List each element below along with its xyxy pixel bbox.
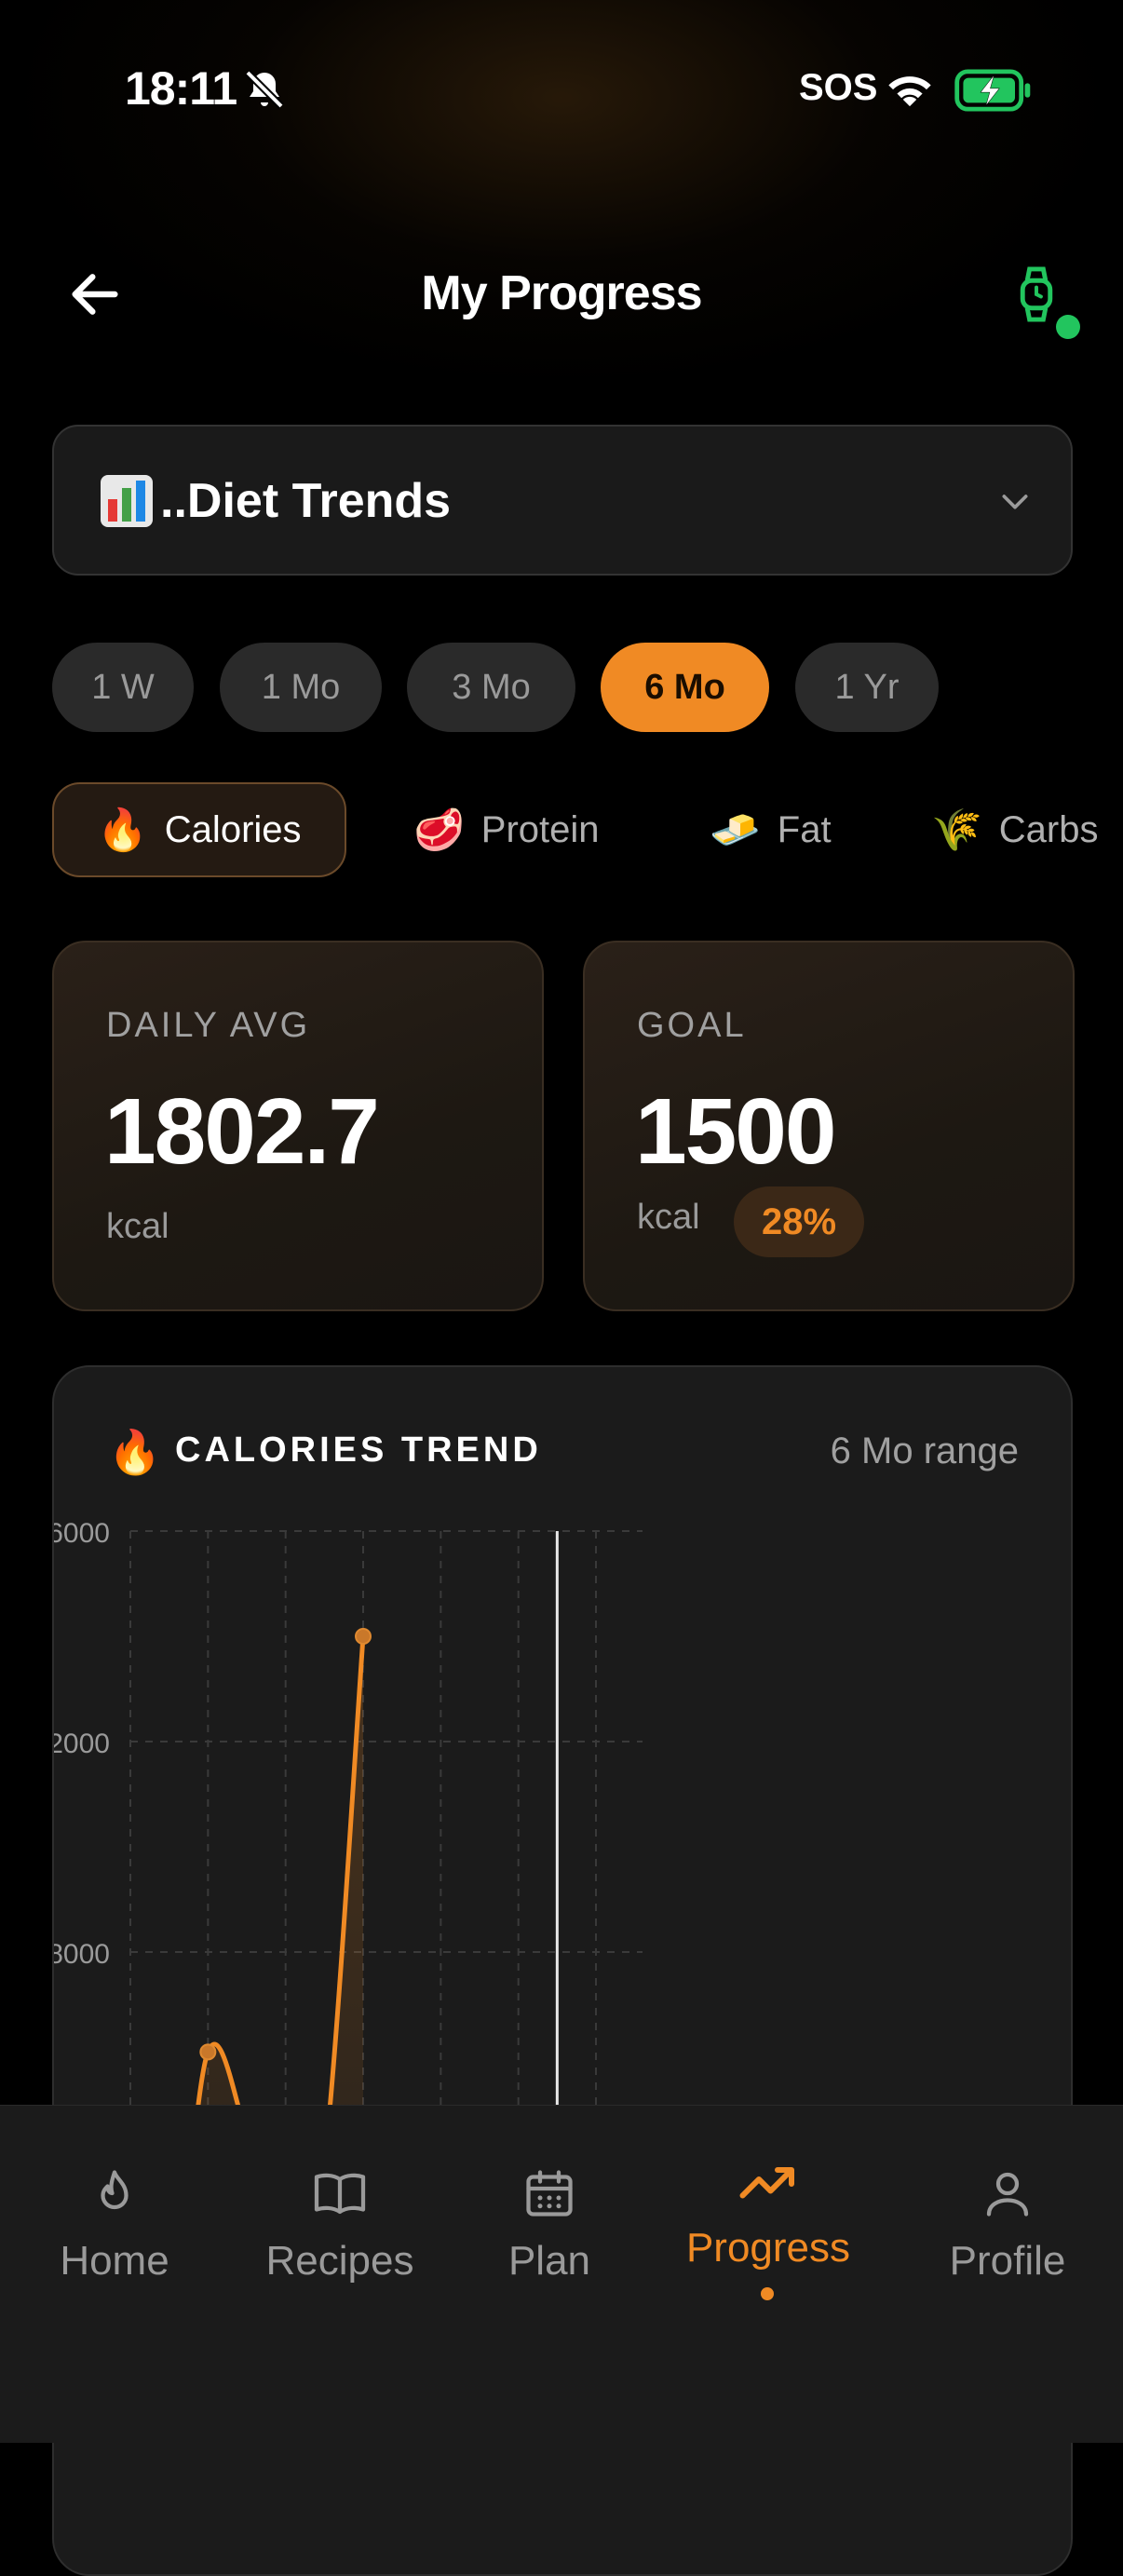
daily-avg-card: DAILY AVG 1802.7 kcal: [52, 941, 544, 1311]
nav-progress[interactable]: Progress: [666, 2156, 871, 2271]
daily-avg-label: DAILY AVG: [106, 1006, 311, 1045]
nav-home[interactable]: Home: [12, 2165, 217, 2285]
metric-tab-label: Calories: [164, 808, 302, 850]
metric-tab-label: Protein: [480, 808, 600, 850]
goal-label: GOAL: [637, 1006, 747, 1045]
nav-profile[interactable]: Profile: [905, 2165, 1110, 2285]
range-pill-1w[interactable]: 1 W: [52, 643, 194, 732]
butter-icon: 🧈: [710, 807, 761, 853]
data-point: [199, 2043, 217, 2061]
calendar-icon: [526, 2170, 573, 2217]
goal-card: GOAL 1500 kcal 28%: [583, 941, 1075, 1311]
sos-indicator: SOS: [799, 67, 878, 108]
metric-tab-label: Carbs: [998, 808, 1099, 850]
meat-icon: 🥩: [413, 807, 465, 853]
active-nav-indicator: [761, 2287, 774, 2300]
metric-tab-carbs[interactable]: 🌾 Carbs: [931, 782, 1123, 877]
connection-status-dot: [1056, 315, 1080, 339]
battery-charging-icon: [954, 69, 1031, 112]
rice-icon: 🌾: [931, 807, 982, 853]
goal-percent-badge: 28%: [734, 1186, 864, 1257]
nav-label: Plan: [507, 2238, 591, 2284]
metric-tab-calories[interactable]: 🔥 Calories: [52, 782, 346, 877]
y-tick-label: 16000: [54, 1518, 110, 1549]
nav-label: Progress: [685, 2225, 851, 2271]
nav-label: Home: [60, 2238, 169, 2284]
header-background: [0, 0, 1123, 391]
bottom-navigation: Home Recipes Plan Progress Profile: [0, 2105, 1123, 2443]
chevron-down-icon: [1002, 495, 1028, 509]
page-title: My Progress: [421, 266, 702, 320]
nav-plan[interactable]: Plan: [447, 2165, 652, 2285]
nav-label: Profile: [949, 2238, 1066, 2284]
y-tick-label: 12000: [54, 1729, 110, 1759]
bar-chart-icon: [101, 475, 153, 527]
user-icon: [986, 2172, 1029, 2217]
nav-recipes[interactable]: Recipes: [237, 2165, 442, 2285]
data-point: [355, 1628, 372, 1645]
bell-muted-icon: [245, 70, 284, 109]
daily-avg-value: 1802.7: [104, 1079, 380, 1184]
book-icon: [314, 2173, 366, 2215]
status-time: 18:11: [125, 62, 237, 115]
metric-tab-label: Fat: [777, 808, 832, 850]
daily-avg-unit: kcal: [106, 1207, 169, 1246]
range-pill-3mo[interactable]: 3 Mo: [407, 643, 575, 732]
range-pill-1mo[interactable]: 1 Mo: [220, 643, 382, 732]
view-selector-label: ..Diet Trends: [160, 474, 452, 528]
metric-tab-fat[interactable]: 🧈 Fat: [710, 782, 877, 877]
range-pill-6mo[interactable]: 6 Mo: [601, 643, 769, 732]
metric-tab-protein[interactable]: 🥩 Protein: [413, 782, 637, 877]
watch-icon[interactable]: [1013, 264, 1060, 324]
metric-tab-carbs-clip: 🌾 Carbs: [931, 782, 1123, 877]
goal-value: 1500: [635, 1079, 836, 1184]
goal-unit: kcal: [637, 1198, 700, 1237]
nav-label: Recipes: [265, 2238, 414, 2284]
flame-icon: [101, 2170, 129, 2210]
wifi-icon: [888, 76, 931, 107]
view-selector-dropdown[interactable]: ..Diet Trends: [52, 425, 1073, 576]
fire-icon: 🔥: [97, 807, 148, 853]
trending-up-icon: [739, 2167, 794, 2199]
y-tick-label: 8000: [54, 1939, 110, 1970]
range-pill-1yr[interactable]: 1 Yr: [795, 643, 939, 732]
